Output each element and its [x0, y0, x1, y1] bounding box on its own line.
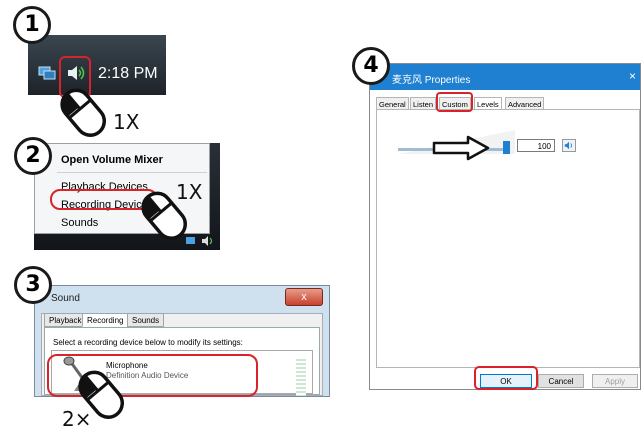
mouse-icon	[60, 88, 107, 137]
window-title: 麦克风 Properties	[392, 75, 471, 86]
step-4-badge: 4	[352, 47, 390, 85]
menu-separator	[57, 172, 207, 173]
speaker-icon[interactable]	[562, 139, 576, 152]
network-icon[interactable]	[38, 65, 56, 81]
microphone-properties-dialog: 麦克风 Properties × General Listen Custom L…	[369, 63, 641, 390]
click-count-label: 2×	[62, 407, 92, 431]
title-bar: 麦克风 Properties ×	[370, 64, 640, 90]
close-icon[interactable]: ×	[629, 69, 636, 83]
level-value-field[interactable]: 100	[517, 139, 555, 152]
cancel-button[interactable]: Cancel	[538, 374, 584, 388]
tab-sounds[interactable]: Sounds	[127, 313, 165, 327]
level-meter	[296, 359, 306, 396]
menu-item-sounds[interactable]: Sounds	[61, 217, 98, 229]
click-count-label: 1X	[176, 180, 203, 204]
menu-item-open-volume-mixer[interactable]: Open Volume Mixer	[61, 154, 163, 166]
custom-tab-highlight	[436, 92, 473, 112]
level-slider-thumb[interactable]	[503, 141, 510, 154]
click-count-label: 1X	[113, 110, 140, 134]
close-button[interactable]: x	[285, 288, 323, 306]
step-2-badge: 2	[14, 137, 52, 175]
tab-playback[interactable]: Playback	[44, 313, 87, 327]
window-title: Sound	[51, 293, 80, 304]
step-3-badge: 3	[14, 266, 52, 304]
tab-recording[interactable]: Recording	[82, 313, 129, 327]
clock-time[interactable]: 2:18 PM	[98, 65, 158, 83]
apply-button[interactable]: Apply	[592, 374, 638, 388]
ok-button-highlight	[474, 366, 538, 390]
step-1-badge: 1	[13, 6, 51, 44]
instruction-text: Select a recording device below to modif…	[53, 338, 243, 347]
right-arrow-icon	[432, 135, 490, 161]
